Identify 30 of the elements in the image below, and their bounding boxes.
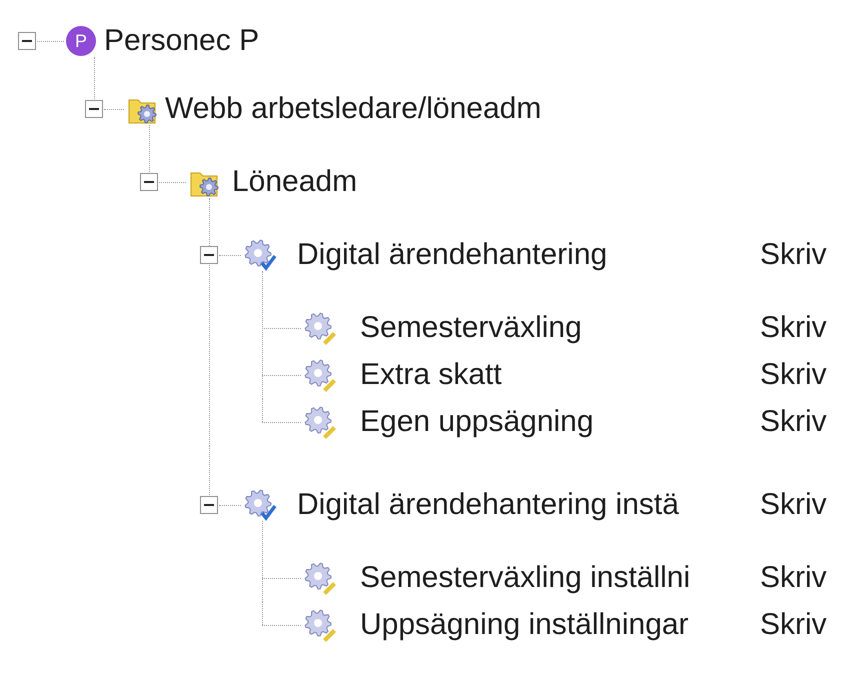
permission-cell: Skriv [760, 238, 827, 272]
gear-icon [303, 405, 337, 439]
permission-cell: Skriv [760, 311, 827, 345]
gear-icon [303, 311, 337, 345]
permission-cell: Skriv [760, 358, 827, 392]
tree-node-label[interactable]: Digital ärendehantering [297, 238, 608, 272]
tree-node-label[interactable]: Webb arbetsledare/löneadm [165, 92, 542, 126]
gear-icon [303, 561, 337, 595]
gear-check-icon [243, 238, 277, 272]
collapse-toggle[interactable] [140, 173, 158, 191]
collapse-toggle[interactable] [200, 496, 218, 514]
tree-node-label[interactable]: Extra skatt [360, 358, 502, 392]
tree-node-label[interactable]: Digital ärendehantering instä [297, 488, 679, 522]
permission-cell: Skriv [760, 488, 827, 522]
collapse-toggle[interactable] [18, 32, 36, 50]
gear-icon [303, 358, 337, 392]
permission-cell: Skriv [760, 561, 827, 595]
permission-cell: Skriv [760, 608, 827, 642]
gear-icon [303, 608, 337, 642]
tree-node-label[interactable]: Semesterväxling [360, 311, 582, 345]
gear-check-icon [243, 488, 277, 522]
tree-node-label[interactable]: Egen uppsägning [360, 405, 594, 439]
permission-cell: Skriv [760, 405, 827, 439]
logo-badge: P [66, 26, 96, 56]
tree-node-label[interactable]: Löneadm [232, 165, 358, 199]
tree-node-label[interactable]: Semesterväxling inställni [360, 561, 690, 595]
tree-node-label[interactable]: Uppsägning inställningar [360, 608, 689, 642]
collapse-toggle[interactable] [200, 246, 218, 264]
collapse-toggle[interactable] [85, 100, 103, 118]
tree-node-label[interactable]: Personec P [104, 24, 260, 58]
